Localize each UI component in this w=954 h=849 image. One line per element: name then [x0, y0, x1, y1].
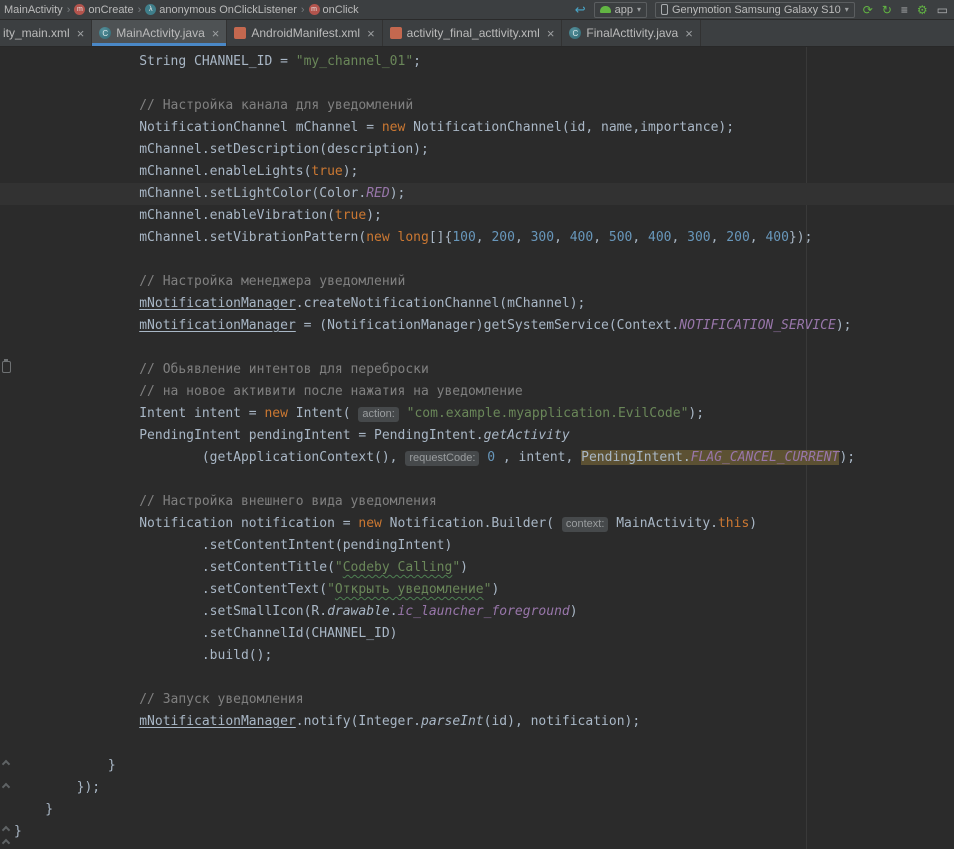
breadcrumb-item[interactable]: monClick	[309, 4, 359, 16]
breadcrumb-label: onCreate	[88, 4, 133, 16]
breadcrumb-item[interactable]: MainActivity	[4, 4, 63, 16]
anonymous-class-icon: λ	[145, 4, 156, 15]
navigation-toolbar: MainActivity›monCreate›λanonymous OnClic…	[0, 0, 954, 20]
breadcrumb-separator-icon: ›	[138, 4, 142, 16]
code-line[interactable]: mChannel.setDescription(description);	[0, 139, 954, 161]
run-config-selector[interactable]: app ▾	[594, 2, 647, 18]
sdk-manager-icon[interactable]: ⚙	[917, 4, 928, 16]
code-line[interactable]	[0, 337, 954, 359]
close-icon[interactable]: ×	[212, 26, 220, 41]
code-line[interactable]: mNotificationManager = (NotificationMana…	[0, 315, 954, 337]
logcat-icon[interactable]: ≡	[901, 4, 908, 16]
android-file-icon	[234, 27, 246, 39]
code-line[interactable]: .setChannelId(CHANNEL_ID)	[0, 623, 954, 645]
tab-ity_main.xml[interactable]: ity_main.xml ×	[0, 20, 92, 46]
chevron-down-icon: ▾	[637, 5, 641, 14]
method-icon: m	[309, 4, 320, 15]
android-file-icon	[390, 27, 402, 39]
breadcrumb-separator-icon: ›	[67, 4, 71, 16]
phone-icon	[661, 4, 668, 15]
code-line[interactable]	[0, 733, 954, 755]
breadcrumb-item[interactable]: monCreate	[74, 4, 133, 16]
code-line[interactable]: mChannel.enableVibration(true);	[0, 205, 954, 227]
close-icon[interactable]: ×	[367, 26, 375, 41]
tab-bar: ity_main.xml×CMainActivity.java×AndroidM…	[0, 20, 954, 47]
code-line[interactable]: NotificationChannel mChannel = new Notif…	[0, 117, 954, 139]
close-icon[interactable]: ×	[685, 26, 693, 41]
apply-changes-icon[interactable]: ⟳	[863, 4, 873, 16]
code-line[interactable]: // на новое активити после нажатия на ув…	[0, 381, 954, 403]
code-line[interactable]	[0, 469, 954, 491]
code-line[interactable]: }	[0, 821, 954, 843]
clipboard-icon[interactable]	[2, 361, 11, 373]
code-line[interactable]: (getApplicationContext(), requestCode: 0…	[0, 447, 954, 469]
device-label: Genymotion Samsung Galaxy S10	[672, 4, 841, 16]
code-editor[interactable]: String CHANNEL_ID = "my_channel_01"; // …	[0, 47, 954, 849]
tab-label: activity_final_acttivity.xml	[407, 26, 540, 40]
code-area: String CHANNEL_ID = "my_channel_01"; // …	[0, 51, 954, 843]
code-line[interactable]: }	[0, 799, 954, 821]
tab-FinalActtivity.java[interactable]: C FinalActtivity.java ×	[562, 20, 700, 46]
android-icon	[600, 6, 611, 13]
code-line[interactable]: mChannel.setLightColor(Color.RED);	[0, 183, 954, 205]
code-line[interactable]: mNotificationManager.createNotificationC…	[0, 293, 954, 315]
breadcrumb: MainActivity›monCreate›λanonymous OnClic…	[4, 4, 359, 16]
tab-activity_final_acttivity.xml[interactable]: activity_final_acttivity.xml ×	[383, 20, 563, 46]
code-line[interactable]: Notification notification = new Notifica…	[0, 513, 954, 535]
code-line[interactable]: // Настройка внешнего вида уведомления	[0, 491, 954, 513]
code-line[interactable]: }	[0, 755, 954, 777]
android-studio-window: { "toolbar": { "breadcrumbs": [ { "label…	[0, 0, 954, 849]
tab-label: FinalActtivity.java	[586, 26, 678, 40]
tab-AndroidManifest.xml[interactable]: AndroidManifest.xml ×	[227, 20, 382, 46]
code-line[interactable]: .setSmallIcon(R.drawable.ic_launcher_for…	[0, 601, 954, 623]
code-line[interactable]: .setContentTitle("Codeby Calling")	[0, 557, 954, 579]
method-icon: m	[74, 4, 85, 15]
run-toolbar: ↩ app ▾ Genymotion Samsung Galaxy S10 ▾ …	[575, 2, 948, 18]
avd-manager-icon[interactable]: ▭	[937, 4, 948, 16]
tab-label: MainActivity.java	[116, 26, 204, 40]
back-arrow-icon[interactable]: ↩	[575, 3, 586, 16]
code-line[interactable]: // Настройка менеджера уведомлений	[0, 271, 954, 293]
code-line[interactable]: mNotificationManager.notify(Integer.pars…	[0, 711, 954, 733]
toolbar-actions: ⟳ ↻ ≡ ⚙ ▭	[863, 4, 948, 16]
code-line[interactable]	[0, 667, 954, 689]
code-line[interactable]: .setContentText("Открыть уведомление")	[0, 579, 954, 601]
code-line[interactable]	[0, 73, 954, 95]
code-line[interactable]: PendingIntent pendingIntent = PendingInt…	[0, 425, 954, 447]
tab-label: ity_main.xml	[3, 26, 70, 40]
code-line[interactable]: // Обьявление интентов для переброски	[0, 359, 954, 381]
chevron-down-icon: ▾	[845, 5, 849, 14]
code-line[interactable]	[0, 249, 954, 271]
close-icon[interactable]: ×	[547, 26, 555, 41]
close-icon[interactable]: ×	[77, 26, 85, 41]
apply-code-changes-icon[interactable]: ↻	[882, 4, 892, 16]
code-line[interactable]: Intent intent = new Intent( action: "com…	[0, 403, 954, 425]
breadcrumb-label: onClick	[323, 4, 359, 16]
tab-MainActivity.java[interactable]: C MainActivity.java ×	[92, 20, 227, 46]
code-line[interactable]: // Настройка канала для уведомлений	[0, 95, 954, 117]
code-line[interactable]: .build();	[0, 645, 954, 667]
code-line[interactable]: .setContentIntent(pendingIntent)	[0, 535, 954, 557]
breadcrumb-label: MainActivity	[4, 4, 63, 16]
device-selector[interactable]: Genymotion Samsung Galaxy S10 ▾	[655, 2, 855, 18]
java-class-icon: C	[569, 27, 581, 39]
code-line[interactable]: mChannel.enableLights(true);	[0, 161, 954, 183]
breadcrumb-item[interactable]: λanonymous OnClickListener	[145, 4, 297, 16]
code-line[interactable]: mChannel.setVibrationPattern(new long[]{…	[0, 227, 954, 249]
breadcrumb-label: anonymous OnClickListener	[159, 4, 297, 16]
breadcrumb-separator-icon: ›	[301, 4, 305, 16]
java-class-icon: C	[99, 27, 111, 39]
code-line[interactable]: });	[0, 777, 954, 799]
run-config-label: app	[615, 4, 633, 16]
code-line[interactable]: String CHANNEL_ID = "my_channel_01";	[0, 51, 954, 73]
code-line[interactable]: // Запуск уведомления	[0, 689, 954, 711]
tab-label: AndroidManifest.xml	[251, 26, 360, 40]
